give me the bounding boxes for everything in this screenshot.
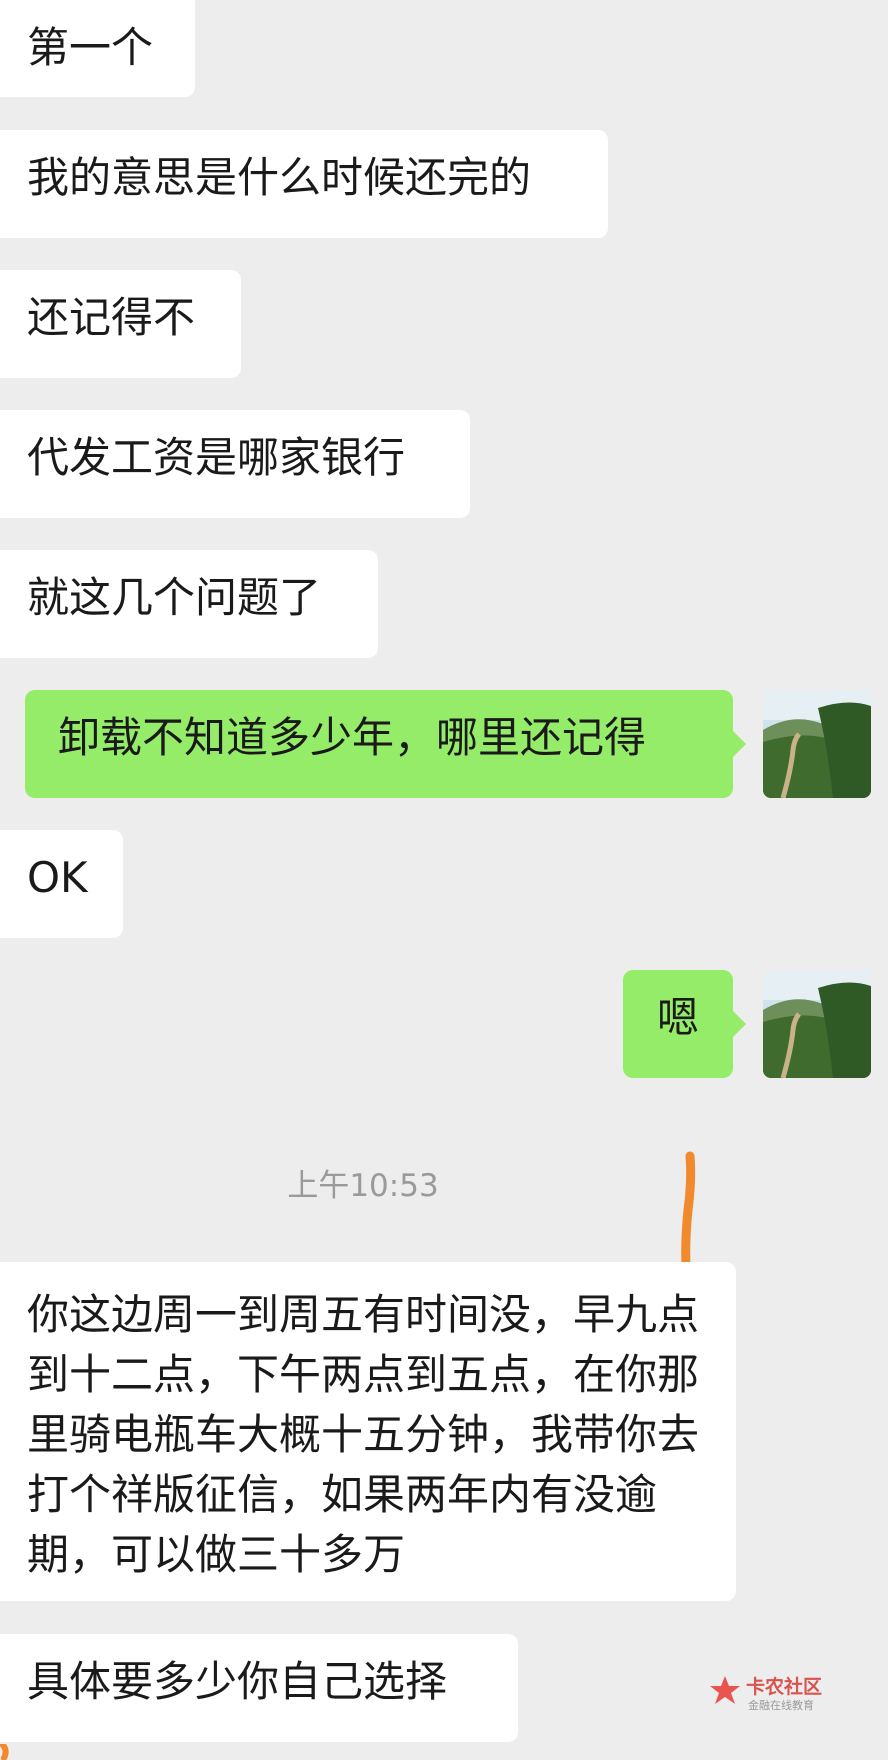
incoming-message-bubble[interactable]: OK bbox=[0, 830, 123, 938]
message-text: 嗯 bbox=[656, 993, 699, 1042]
incoming-message-bubble[interactable]: 代发工资是哪家银行 bbox=[0, 410, 470, 518]
incoming-message-bubble[interactable]: 还记得不 bbox=[0, 270, 241, 378]
watermark-logo-icon bbox=[710, 1676, 740, 1704]
incoming-message-bubble[interactable]: 你这边周一到周五有时间没，早九点到十二点，下午两点到五点，在你那里骑电瓶车大概十… bbox=[0, 1262, 736, 1601]
message-text: 第一个 bbox=[27, 23, 154, 72]
outgoing-message-bubble[interactable]: 卸载不知道多少年，哪里还记得 bbox=[25, 690, 746, 798]
watermark-subtitle: 金融在线教育 bbox=[748, 1699, 814, 1712]
message-text: 我的意思是什么时候还完的 bbox=[27, 153, 532, 202]
message-timestamp: 上午10:53 bbox=[287, 1168, 439, 1204]
landscape-avatar-icon[interactable] bbox=[763, 690, 871, 798]
incoming-message-bubble[interactable]: 具体要多少你自己选择 bbox=[0, 1634, 518, 1742]
message-text: 卸载不知道多少年，哪里还记得 bbox=[58, 713, 647, 762]
message-text: 代发工资是哪家银行 bbox=[27, 433, 406, 482]
message-text: 还记得不 bbox=[27, 293, 196, 342]
message-text: OK bbox=[27, 853, 88, 902]
landscape-avatar-icon[interactable] bbox=[763, 970, 871, 1078]
message-text: 具体要多少你自己选择 bbox=[27, 1657, 448, 1706]
outgoing-message-bubble[interactable]: 嗯 bbox=[623, 970, 746, 1078]
message-text: 你这边周一到周五有时间没，早九点到十二点，下午两点到五点，在你那里骑电瓶车大概十… bbox=[27, 1290, 700, 1579]
incoming-message-bubble[interactable]: 就这几个问题了 bbox=[0, 550, 378, 658]
watermark-title: 卡农社区 bbox=[746, 1676, 823, 1698]
annotation-dot bbox=[0, 1744, 9, 1760]
incoming-message-bubble[interactable]: 第一个 bbox=[0, 0, 195, 97]
incoming-message-bubble[interactable]: 我的意思是什么时候还完的 bbox=[0, 130, 608, 238]
message-text: 就这几个问题了 bbox=[27, 573, 322, 622]
watermark: 卡农社区 金融在线教育 bbox=[708, 1672, 838, 1712]
